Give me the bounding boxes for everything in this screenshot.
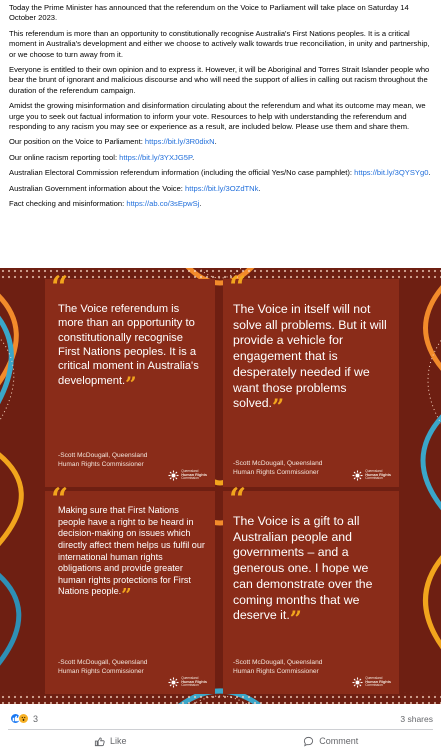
close-quote-icon: ” bbox=[121, 585, 132, 607]
reporting-tool-link[interactable]: https://bit.ly/3YXJG5P bbox=[119, 153, 192, 162]
punctuation: . bbox=[258, 183, 261, 193]
resource-label: Our position on the Voice to Parliament: bbox=[9, 137, 145, 147]
attribution-name: -Scott McDougall, Queensland bbox=[58, 659, 148, 666]
qhrc-logo: Queensland Human Rights Commission bbox=[168, 469, 207, 481]
quote-text: Making sure that First Nations people ha… bbox=[58, 505, 207, 605]
action-divider bbox=[8, 729, 433, 730]
resource-line-government: Australian Government information about … bbox=[9, 184, 437, 194]
qhrc-logo: Queensland Human Rights Commission bbox=[352, 676, 391, 688]
punctuation: . bbox=[192, 152, 195, 162]
fact-check-link[interactable]: https://ab.co/3sEpwSj bbox=[126, 199, 199, 208]
comment-label: Comment bbox=[319, 736, 359, 746]
logo-line: Commission bbox=[365, 683, 383, 688]
qhrc-logo: Queensland Human Rights Commission bbox=[168, 676, 207, 688]
logo-line: Commission bbox=[365, 476, 383, 481]
quote-body: Making sure that First Nations people ha… bbox=[58, 505, 205, 597]
resource-line-position: Our position on the Voice to Parliament:… bbox=[9, 137, 437, 147]
attribution-name: -Scott McDougall, Queensland bbox=[58, 452, 148, 459]
quote-attribution: -Scott McDougall, Queensland Human Right… bbox=[233, 658, 322, 676]
like-button[interactable]: Like bbox=[0, 734, 221, 748]
open-quote-icon: “ bbox=[229, 482, 247, 517]
quote-body: The Voice is a gift to all Australian pe… bbox=[233, 514, 373, 623]
quote-text: The Voice referendum is more than an opp… bbox=[58, 302, 207, 394]
resource-label: Our online racism reporting tool: bbox=[9, 152, 120, 162]
wow-icon bbox=[18, 713, 29, 724]
open-quote-icon: “ bbox=[51, 270, 69, 305]
qhrc-logo-icon bbox=[352, 677, 363, 688]
resource-line-reporting: Our online racism reporting tool: https:… bbox=[9, 153, 437, 163]
resource-line-factcheck: Fact checking and misinformation: https:… bbox=[9, 199, 437, 209]
quote-attribution: -Scott McDougall, Queensland Human Right… bbox=[58, 451, 147, 469]
quote-text: The Voice in itself will not solve all p… bbox=[233, 302, 391, 417]
resource-label: Australian Electoral Commission referend… bbox=[9, 168, 355, 178]
attribution-title: Human Rights Commissioner bbox=[58, 461, 144, 468]
quote-attribution: -Scott McDougall, Queensland Human Right… bbox=[233, 459, 322, 477]
quote-tile-4: “ The Voice is a gift to all Australian … bbox=[223, 485, 399, 694]
attribution-name: -Scott McDougall, Queensland bbox=[233, 659, 323, 666]
post-paragraph: Everyone is entitled to their own opinio… bbox=[9, 65, 430, 95]
attribution-title: Human Rights Commissioner bbox=[58, 668, 144, 675]
comment-button[interactable]: Comment bbox=[221, 734, 441, 748]
resource-line-aec: Australian Electoral Commission referend… bbox=[9, 168, 437, 178]
image-collage[interactable]: “ The Voice referendum is more than an o… bbox=[0, 268, 441, 704]
resource-label: Fact checking and misinformation: bbox=[9, 199, 127, 209]
logo-text: Queensland Human Rights Commission bbox=[181, 469, 207, 481]
qhrc-logo-icon bbox=[352, 470, 363, 481]
quote-attribution: -Scott McDougall, Queensland Human Right… bbox=[58, 658, 147, 676]
close-quote-icon: ” bbox=[271, 394, 285, 420]
resource-label: Australian Government information about … bbox=[9, 183, 186, 193]
post-actions: Like Comment bbox=[0, 734, 441, 748]
punctuation: . bbox=[214, 137, 217, 147]
post-paragraph: This referendum is more than an opportun… bbox=[9, 28, 430, 59]
facebook-post: Today the Prime Minister has announced t… bbox=[0, 0, 441, 748]
attribution-title: Human Rights Commissioner bbox=[233, 469, 319, 476]
quote-body: The Voice in itself will not solve all p… bbox=[233, 302, 387, 411]
post-paragraph: Amidst the growing misinformation and di… bbox=[9, 101, 426, 132]
qhrc-logo-icon bbox=[168, 470, 179, 481]
open-quote-icon: “ bbox=[229, 270, 247, 305]
qhrc-logo-icon bbox=[168, 677, 179, 688]
comment-icon bbox=[304, 736, 314, 746]
reaction-count: 3 bbox=[33, 713, 39, 724]
attribution-title: Human Rights Commissioner bbox=[233, 668, 319, 675]
punctuation: . bbox=[199, 199, 202, 209]
share-count[interactable]: 3 shares bbox=[400, 714, 433, 724]
quote-tile-2: “ The Voice in itself will not solve all… bbox=[223, 273, 399, 487]
logo-line: Commission bbox=[181, 683, 199, 688]
attribution-name: -Scott McDougall, Queensland bbox=[233, 460, 323, 467]
government-info-link[interactable]: https://bit.ly/3OZdTNk bbox=[185, 184, 258, 193]
position-link[interactable]: https://bit.ly/3R0dixN bbox=[145, 137, 215, 146]
aec-link[interactable]: https://bit.ly/3QYSYg0 bbox=[354, 168, 428, 177]
close-quote-icon: ” bbox=[125, 371, 137, 396]
post-paragraph: Today the Prime Minister has announced t… bbox=[9, 3, 409, 23]
like-label: Like bbox=[109, 736, 127, 746]
thumbs-up-icon bbox=[94, 736, 105, 746]
logo-line: Commission bbox=[181, 476, 199, 481]
logo-text: Queensland Human Rights Commission bbox=[365, 676, 391, 688]
qhrc-logo: Queensland Human Rights Commission bbox=[352, 469, 391, 481]
quote-tile-3: “ Making sure that First Nations people … bbox=[45, 485, 215, 694]
quote-text: The Voice is a gift to all Australian pe… bbox=[233, 514, 391, 629]
quote-tile-1: “ The Voice referendum is more than an o… bbox=[45, 273, 215, 487]
logo-text: Queensland Human Rights Commission bbox=[365, 469, 391, 481]
reaction-summary[interactable]: 3 bbox=[10, 713, 38, 724]
close-quote-icon: ” bbox=[289, 606, 302, 632]
punctuation: . bbox=[428, 168, 431, 178]
logo-text: Queensland Human Rights Commission bbox=[181, 676, 207, 688]
post-text: Today the Prime Minister has announced t… bbox=[9, 3, 437, 215]
